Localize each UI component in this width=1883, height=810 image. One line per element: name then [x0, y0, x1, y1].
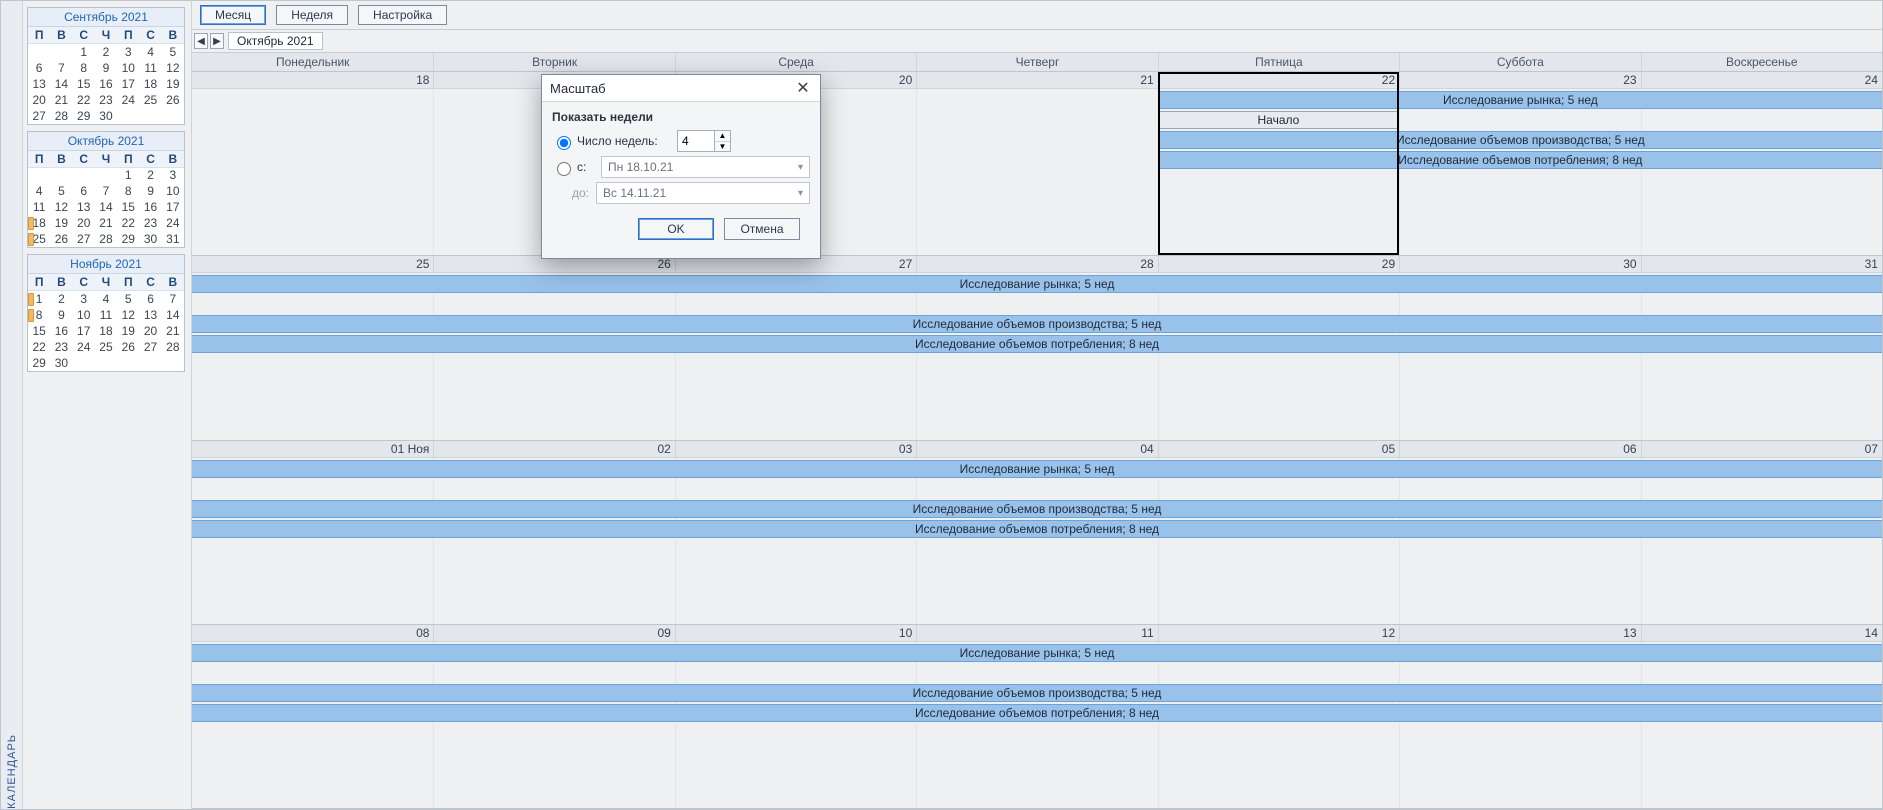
dialog-title: Масштаб — [550, 81, 606, 96]
scale-dialog: Масштаб ✕ Показать недели Число недель: … — [541, 74, 821, 259]
ok-button[interactable]: OK — [638, 218, 714, 240]
from-row: с: Пн 18.10.21 ▾ — [552, 156, 810, 178]
to-date-value: Вс 14.11.21 — [603, 186, 666, 200]
dialog-footer: OK Отмена — [552, 208, 810, 250]
from-date-value: Пн 18.10.21 — [608, 160, 673, 174]
from-radio[interactable] — [557, 162, 571, 176]
weeks-input[interactable] — [677, 130, 715, 152]
from-label: с: — [577, 160, 601, 174]
dialog-titlebar: Масштаб ✕ — [542, 75, 820, 102]
to-label: до: — [572, 186, 596, 200]
dialog-group-label: Показать недели — [552, 110, 810, 124]
weeks-label: Число недель: — [577, 134, 677, 148]
weeks-stepper: ▲ ▼ — [677, 130, 731, 152]
to-row: до: Вс 14.11.21 ▾ — [552, 182, 810, 204]
chevron-down-icon: ▾ — [798, 162, 803, 173]
to-date-combo[interactable]: Вс 14.11.21 ▾ — [596, 182, 810, 204]
chevron-down-icon: ▾ — [798, 188, 803, 199]
from-date-combo[interactable]: Пн 18.10.21 ▾ — [601, 156, 810, 178]
weeks-row: Число недель: ▲ ▼ — [552, 130, 810, 152]
cancel-button[interactable]: Отмена — [724, 218, 800, 240]
close-icon[interactable]: ✕ — [794, 79, 812, 97]
spin-down-icon[interactable]: ▼ — [715, 142, 730, 152]
spinner: ▲ ▼ — [715, 130, 731, 152]
modal-overlay: Масштаб ✕ Показать недели Число недель: … — [1, 1, 1882, 809]
weeks-radio[interactable] — [557, 136, 571, 150]
dialog-body: Показать недели Число недель: ▲ ▼ с: — [542, 102, 820, 258]
spin-up-icon[interactable]: ▲ — [715, 131, 730, 142]
app-root: КАЛЕНДАРЬ Сентябрь 2021ПВСЧПСВ1234567891… — [0, 0, 1883, 810]
